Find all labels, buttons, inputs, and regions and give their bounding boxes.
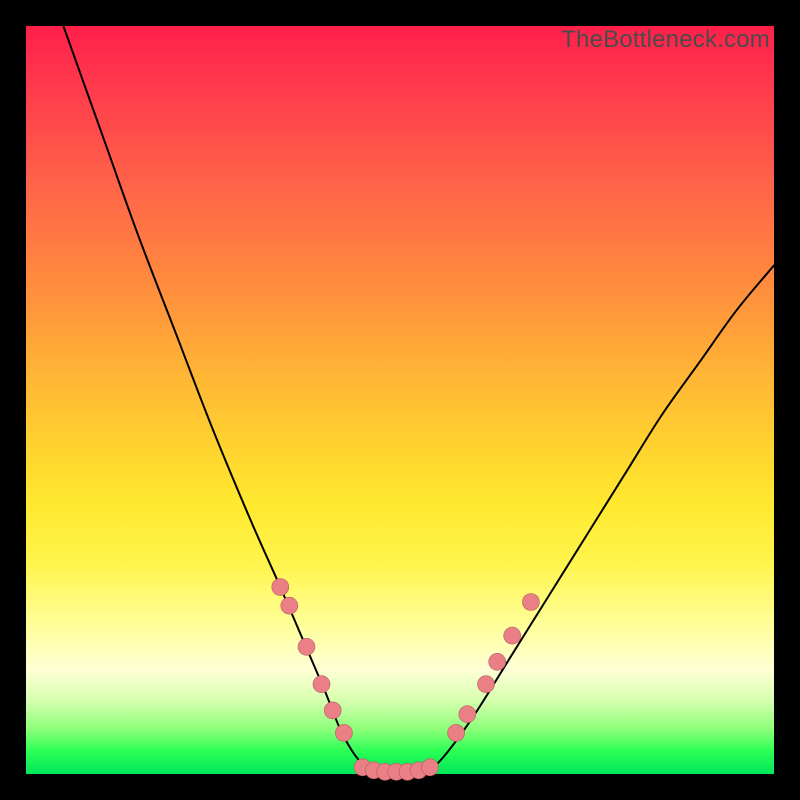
- curve-marker: [421, 759, 438, 776]
- curve-marker: [478, 676, 495, 693]
- curve-marker: [504, 627, 521, 644]
- curve-marker: [298, 638, 315, 655]
- curve-marker: [459, 706, 476, 723]
- curve-marker: [522, 594, 539, 611]
- curve-markers: [272, 579, 540, 781]
- chart-frame: TheBottleneck.com: [0, 0, 800, 800]
- chart-overlay: [26, 26, 774, 774]
- curve-marker: [335, 724, 352, 741]
- curve-marker: [324, 702, 341, 719]
- bottleneck-curve: [63, 26, 774, 774]
- curve-marker: [281, 597, 298, 614]
- curve-marker: [448, 724, 465, 741]
- curve-marker: [313, 676, 330, 693]
- curve-marker: [272, 579, 289, 596]
- plot-area: [26, 26, 774, 774]
- curve-marker: [489, 653, 506, 670]
